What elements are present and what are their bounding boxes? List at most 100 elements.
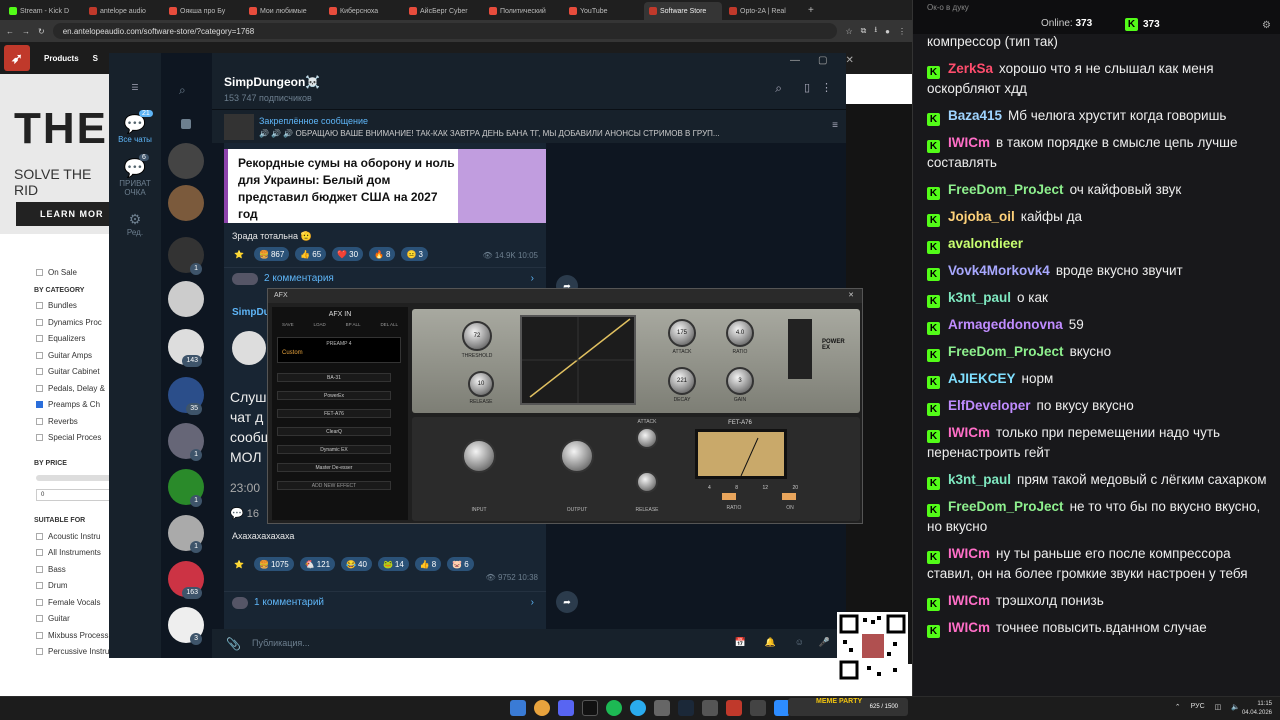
- hamburger-menu-icon[interactable]: ☰: [109, 83, 161, 92]
- filter-instrument[interactable]: Percussive Instruments: [36, 644, 131, 661]
- chat-username[interactable]: Jojoba_oil: [948, 209, 1015, 224]
- effect-slot[interactable]: BA-31: [277, 373, 391, 382]
- reaction-chip[interactable]: 🍔 867: [253, 247, 290, 261]
- reaction-chip[interactable]: ❤️ 30: [332, 247, 364, 261]
- checkbox-checked[interactable]: [36, 401, 43, 409]
- comments-link[interactable]: 2 комментария ›: [224, 267, 546, 289]
- app-icon[interactable]: [654, 700, 670, 716]
- chat-avatar[interactable]: 35: [168, 377, 204, 415]
- browser-tab[interactable]: Киберсноха: [324, 2, 402, 20]
- browser-tab[interactable]: Мои любимые: [244, 2, 322, 20]
- windows-start-icon[interactable]: [510, 700, 526, 716]
- afx-bypass-all-button[interactable]: BP ALL: [346, 322, 361, 327]
- checkbox[interactable]: [36, 318, 43, 326]
- pinned-message[interactable]: Закреплённое сообщение 🔊 🔊 🔊 ОБРАЩАЮ ВАШ…: [212, 109, 846, 143]
- back-icon[interactable]: ←: [6, 27, 14, 36]
- filter-category[interactable]: Preamps & Ch: [36, 397, 116, 414]
- network-icon[interactable]: ◫: [1215, 703, 1222, 711]
- reaction-chip[interactable]: 🐔 121: [299, 557, 336, 571]
- release-knob[interactable]: 10: [468, 371, 494, 397]
- reload-icon[interactable]: ↻: [38, 27, 45, 36]
- reaction-chip[interactable]: 🐸 14: [377, 557, 409, 571]
- app-icon[interactable]: [702, 700, 718, 716]
- fet-attack-knob[interactable]: [636, 427, 658, 449]
- spotify-icon[interactable]: [606, 700, 622, 716]
- reaction-chip[interactable]: 😂 40: [341, 557, 372, 571]
- reaction-chip[interactable]: ⭐: [232, 557, 248, 571]
- checkbox[interactable]: [36, 335, 43, 343]
- chat-username[interactable]: ZerkSa: [948, 61, 993, 76]
- bell-icon[interactable]: 🔔: [765, 637, 776, 648]
- filter-category[interactable]: Guitar Amps: [36, 347, 116, 364]
- language-indicator[interactable]: РУС: [1191, 703, 1205, 711]
- filter-instrument[interactable]: Mixbuss Processing: [36, 627, 119, 644]
- fet-release-knob[interactable]: [636, 471, 658, 493]
- filter-instrument[interactable]: Bass: [36, 561, 116, 578]
- input-knob[interactable]: [462, 439, 496, 473]
- antelope-logo[interactable]: ➶: [4, 45, 30, 71]
- publish-input[interactable]: Публикация...: [252, 638, 310, 648]
- price-input[interactable]: 0: [36, 489, 116, 501]
- chat-username[interactable]: Armageddonovna: [948, 317, 1063, 332]
- folder-edit[interactable]: ⚙ Ред.: [109, 211, 161, 237]
- chat-avatar[interactable]: 1: [168, 515, 204, 553]
- filter-instrument[interactable]: Drum: [36, 578, 116, 595]
- chat-username[interactable]: FreeDom_ProJect: [948, 182, 1064, 197]
- close-icon[interactable]: ✕: [845, 55, 853, 66]
- browser-tab[interactable]: YouTube: [564, 2, 642, 20]
- effect-slot[interactable]: ClearQ: [277, 427, 391, 436]
- checkbox[interactable]: [36, 549, 43, 557]
- comments-link[interactable]: 1 комментарий ›: [224, 591, 546, 613]
- schedule-icon[interactable]: 📅: [735, 637, 746, 648]
- nav-item[interactable]: S: [93, 54, 98, 63]
- filter-instrument[interactable]: Female Vocals: [36, 594, 116, 611]
- nav-products[interactable]: Products: [44, 54, 79, 63]
- effect-slot[interactable]: PowerEx: [277, 391, 391, 400]
- checkbox[interactable]: [36, 615, 43, 623]
- checkbox[interactable]: [36, 565, 43, 573]
- chat-username[interactable]: AJIEKCEY: [948, 371, 1016, 386]
- chat-avatar[interactable]: [168, 281, 204, 317]
- checkbox[interactable]: [36, 351, 43, 359]
- filter-instrument[interactable]: Guitar: [36, 611, 116, 628]
- chat-avatar[interactable]: 1: [168, 423, 204, 461]
- reaction-chip[interactable]: 🍔 1075: [253, 557, 294, 571]
- browser-tab[interactable]: Stream - Kick D: [4, 2, 82, 20]
- search-icon[interactable]: ⌕: [775, 81, 782, 96]
- chat-avatar[interactable]: 1: [168, 469, 204, 507]
- steam-icon[interactable]: [678, 700, 694, 716]
- search-icon[interactable]: ⌕: [179, 83, 186, 98]
- chat-username[interactable]: FreeDom_ProJect: [948, 499, 1064, 514]
- archive-icon[interactable]: [181, 119, 191, 129]
- filter-category[interactable]: Guitar Cabinet: [36, 364, 116, 381]
- threshold-knob[interactable]: 72: [462, 321, 492, 351]
- mic-icon[interactable]: 🎤: [819, 637, 830, 648]
- effect-slot[interactable]: FET-A76: [277, 409, 391, 418]
- forward-icon[interactable]: →: [22, 27, 30, 36]
- url-input[interactable]: en.antelopeaudio.com/software-store/?cat…: [52, 23, 838, 39]
- afx-load-button[interactable]: LOAD: [313, 322, 325, 327]
- chat-username[interactable]: k3nt_paul: [948, 472, 1011, 487]
- chat-username[interactable]: Baza415: [948, 108, 1002, 123]
- reaction-chip[interactable]: 👍 65: [295, 247, 327, 261]
- reaction-chip[interactable]: 🐷 6: [447, 557, 474, 571]
- chat-username[interactable]: IWICm: [948, 620, 990, 635]
- bookmark-star-icon[interactable]: ☆: [845, 27, 852, 36]
- afx-delete-all-button[interactable]: DEL ALL: [380, 322, 398, 327]
- browser-tab[interactable]: Политический: [484, 2, 562, 20]
- effect-slot[interactable]: Dynamic EX: [277, 445, 391, 454]
- antelope-icon[interactable]: [726, 700, 742, 716]
- filter-category[interactable]: Pedals, Delay &: [36, 380, 116, 397]
- decay-knob[interactable]: 221: [668, 367, 696, 395]
- ratio-button[interactable]: [722, 493, 736, 500]
- effect-slot[interactable]: Master De-esser: [277, 463, 391, 472]
- reaction-chip[interactable]: ⭐: [232, 247, 248, 261]
- filter-category[interactable]: Bundles: [36, 298, 116, 315]
- share-button[interactable]: ➦: [556, 591, 578, 613]
- chat-username[interactable]: Vovk4Morkovk4: [948, 263, 1050, 278]
- price-slider[interactable]: [36, 475, 116, 481]
- filter-category[interactable]: Equalizers: [36, 331, 116, 348]
- app-icon[interactable]: [750, 700, 766, 716]
- chat-username[interactable]: FreeDom_ProJect: [948, 344, 1064, 359]
- emoji-icon[interactable]: ☺: [795, 637, 804, 647]
